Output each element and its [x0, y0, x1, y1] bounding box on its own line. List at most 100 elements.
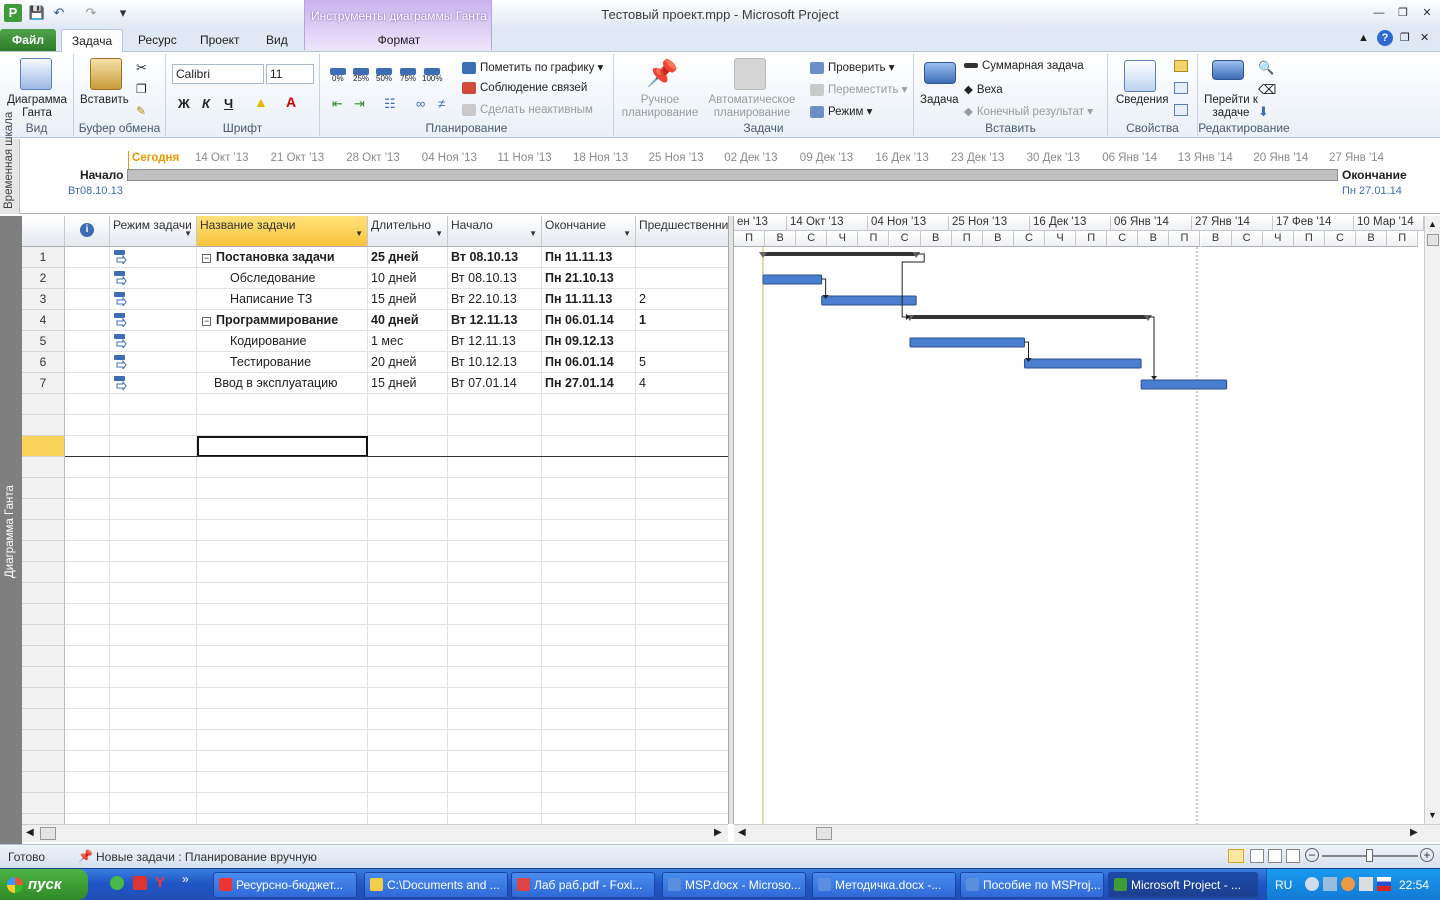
table-cell[interactable]	[65, 415, 110, 436]
row-number[interactable]	[22, 499, 65, 520]
gantt-chart[interactable]: ен '13 14 Окт '13 04 Ноя '13 25 Ноя '13 16 Д…	[734, 216, 1424, 824]
table-cell[interactable]	[65, 583, 110, 604]
table-cell[interactable]	[65, 688, 110, 709]
table-cell[interactable]	[65, 373, 110, 394]
table-cell[interactable]	[197, 436, 368, 457]
respect-links-button[interactable]: Соблюдение связей	[462, 82, 587, 94]
table-cell[interactable]	[448, 793, 542, 814]
quicklaunch-icon[interactable]	[133, 876, 147, 890]
table-cell[interactable]: Пн 06.01.14	[542, 310, 636, 331]
table-cell[interactable]	[448, 583, 542, 604]
table-cell[interactable]	[448, 541, 542, 562]
table-cell[interactable]	[110, 373, 197, 394]
table-cell[interactable]	[197, 394, 368, 415]
table-cell[interactable]	[65, 247, 110, 268]
tab-project[interactable]: Проект	[192, 32, 248, 52]
table-cell[interactable]	[636, 709, 728, 730]
row-number[interactable]	[22, 730, 65, 751]
link-tasks-icon[interactable]: ∞	[416, 96, 425, 111]
copy-icon[interactable]: ❐	[136, 82, 147, 96]
finish-column-header[interactable]: Окончание ▼	[542, 216, 636, 247]
table-cell[interactable]	[542, 457, 636, 478]
table-cell[interactable]	[197, 772, 368, 793]
table-cell[interactable]: Пн 21.10.13	[542, 268, 636, 289]
row-number[interactable]: 2	[22, 268, 65, 289]
table-cell[interactable]	[542, 793, 636, 814]
table-cell[interactable]	[542, 730, 636, 751]
ribbon-close-icon[interactable]: ✕	[1420, 31, 1429, 44]
table-cell[interactable]	[448, 415, 542, 436]
row-number[interactable]	[22, 688, 65, 709]
language-indicator[interactable]: RU	[1275, 878, 1292, 892]
table-cell[interactable]	[65, 436, 110, 457]
table-cell[interactable]	[636, 478, 728, 499]
insert-milestone-button[interactable]: ◆ Веха	[964, 82, 1003, 96]
table-cell[interactable]	[636, 541, 728, 562]
restore-button[interactable]: ❐	[1394, 5, 1412, 21]
table-cell[interactable]	[636, 814, 728, 824]
table-cell[interactable]	[65, 562, 110, 583]
bold-button[interactable]: Ж	[178, 96, 190, 111]
table-cell[interactable]	[65, 331, 110, 352]
table-cell[interactable]: 15 дней	[368, 373, 448, 394]
yandex-icon[interactable]: Y	[155, 874, 165, 891]
table-cell[interactable]	[542, 541, 636, 562]
table-cell[interactable]	[448, 814, 542, 824]
zoom-in-icon[interactable]: +	[1420, 848, 1434, 862]
table-cell[interactable]	[448, 667, 542, 688]
tab-resource[interactable]: Ресурс	[130, 32, 185, 52]
table-cell[interactable]	[197, 814, 368, 824]
table-cell[interactable]	[110, 772, 197, 793]
table-cell[interactable]	[448, 751, 542, 772]
table-cell[interactable]	[65, 751, 110, 772]
inactivate-button[interactable]: Сделать неактивным	[462, 104, 593, 116]
table-cell[interactable]	[542, 436, 636, 457]
table-cell[interactable]	[197, 499, 368, 520]
row-number[interactable]	[22, 772, 65, 793]
table-cell[interactable]	[368, 793, 448, 814]
russian-flag-icon[interactable]	[1377, 877, 1391, 891]
resource-sheet-shortcut-icon[interactable]	[1286, 849, 1300, 863]
table-cell[interactable]	[110, 394, 197, 415]
table-cell[interactable]: 2	[636, 289, 728, 310]
row-number[interactable]	[22, 646, 65, 667]
scroll-left-icon[interactable]: ◀	[738, 827, 746, 838]
summary-bar[interactable]	[909, 315, 1149, 319]
row-number[interactable]: 1	[22, 247, 65, 268]
table-cell[interactable]	[448, 457, 542, 478]
font-size-select[interactable]: 11	[266, 64, 314, 84]
table-cell[interactable]	[448, 709, 542, 730]
duration-column-header[interactable]: Длительно ▼	[368, 216, 448, 247]
table-cell[interactable]	[65, 394, 110, 415]
table-cell[interactable]	[448, 499, 542, 520]
table-cell[interactable]	[636, 625, 728, 646]
start-button[interactable]: пуск	[0, 869, 88, 900]
tray-icon[interactable]	[1305, 877, 1319, 891]
quicklaunch-icon[interactable]	[110, 876, 124, 890]
table-cell[interactable]	[636, 793, 728, 814]
table-cell[interactable]	[542, 751, 636, 772]
percent-25-button[interactable]: 25%	[353, 74, 369, 83]
scroll-up-icon[interactable]: ▲	[1428, 219, 1437, 229]
row-number[interactable]	[22, 709, 65, 730]
table-cell[interactable]	[636, 499, 728, 520]
table-cell[interactable]	[110, 436, 197, 457]
tab-view[interactable]: Вид	[258, 32, 296, 52]
volume-icon[interactable]	[1359, 877, 1373, 891]
clear-icon[interactable]: ⌫	[1258, 82, 1276, 98]
paste-button[interactable]: Вставить	[80, 94, 129, 106]
row-number[interactable]	[22, 394, 65, 415]
table-cell[interactable]	[197, 562, 368, 583]
table-cell[interactable]	[65, 499, 110, 520]
table-cell[interactable]: Вт 12.11.13	[448, 331, 542, 352]
sheet-scroll-thumb[interactable]	[40, 827, 56, 840]
mode-button[interactable]: Режим ▾	[810, 104, 872, 118]
table-cell[interactable]	[368, 583, 448, 604]
scroll-right-icon[interactable]: ▶	[714, 827, 722, 838]
table-cell[interactable]: Пн 11.11.13	[542, 247, 636, 268]
table-cell[interactable]	[636, 457, 728, 478]
table-cell[interactable]	[368, 562, 448, 583]
table-cell[interactable]	[542, 562, 636, 583]
table-cell[interactable]	[448, 646, 542, 667]
font-color-icon[interactable]: A	[286, 94, 296, 110]
